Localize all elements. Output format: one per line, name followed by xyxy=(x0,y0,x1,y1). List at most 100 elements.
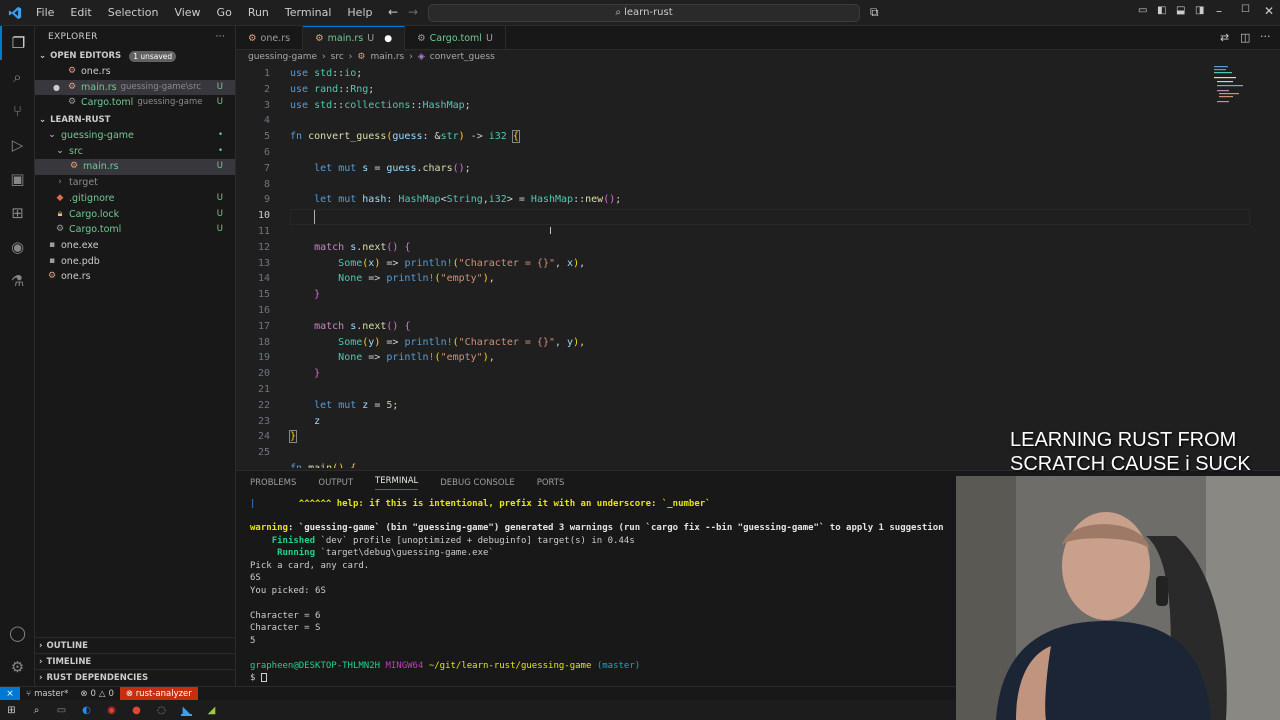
edge-browser-icon[interactable]: ◐ xyxy=(81,705,92,716)
open-editors-section[interactable]: ⌄ OPEN EDITORS 1 unsaved xyxy=(35,48,235,64)
warning-icon: △ xyxy=(98,688,106,699)
command-center-search[interactable]: ⌕ learn-rust xyxy=(428,4,860,22)
menu-go[interactable]: Go xyxy=(209,6,240,19)
chevron-right-icon: › xyxy=(39,656,43,667)
tab-git-status: U xyxy=(485,32,493,44)
branch-indicator[interactable]: ⑂ master* xyxy=(20,689,74,699)
tree-file-cargo-lock[interactable]: 🔒︎ Cargo.lock U xyxy=(35,207,235,223)
layout-toggle-icon[interactable]: ▭ xyxy=(1138,5,1147,16)
toml-file-icon: ⚙ xyxy=(67,97,77,108)
explorer-icon[interactable]: ❐ xyxy=(0,26,35,60)
back-arrow-icon[interactable]: ← xyxy=(388,5,398,19)
menu-view[interactable]: View xyxy=(166,6,208,19)
tab-debug-console[interactable]: DEBUG CONSOLE xyxy=(440,478,514,488)
split-editor-icon[interactable]: ◫ xyxy=(1240,31,1250,44)
minimize-icon[interactable]: – xyxy=(1216,4,1222,18)
remote-indicator-icon[interactable]: ⨯ xyxy=(0,686,20,701)
vscode-taskbar-icon[interactable]: ◣ xyxy=(181,705,192,716)
toggle-sidebar-icon[interactable]: ◧ xyxy=(1157,5,1166,16)
tab-problems[interactable]: PROBLEMS xyxy=(250,478,296,488)
breadcrumb-item[interactable]: convert_guess xyxy=(430,52,495,66)
open-editor-name: one.rs xyxy=(81,66,111,77)
menu-file[interactable]: File xyxy=(28,6,62,19)
line-number: 7 xyxy=(263,162,270,174)
menu-terminal[interactable]: Terminal xyxy=(277,6,340,19)
breadcrumb-item[interactable]: main.rs xyxy=(370,52,404,66)
menu-run[interactable]: Run xyxy=(240,6,277,19)
tab-one-rs[interactable]: ⚙ one.rs xyxy=(236,26,304,50)
compare-icon[interactable]: ⇄ xyxy=(1220,31,1229,44)
overlay-line: SCRATCH CAUSE i SUCK xyxy=(1010,453,1251,475)
tab-terminal[interactable]: TERMINAL xyxy=(375,476,419,490)
workspace-label: LEARN-RUST xyxy=(50,115,111,126)
unsaved-dot-icon[interactable]: ● xyxy=(384,34,392,44)
menu-help[interactable]: Help xyxy=(339,6,380,19)
tree-file-gitignore[interactable]: ◆ .gitignore U xyxy=(35,191,235,207)
app-icon[interactable]: ◌ xyxy=(156,705,167,716)
unsaved-badge: 1 unsaved xyxy=(129,50,177,62)
tree-folder-guessing-game[interactable]: ⌄ guessing-game • xyxy=(35,128,235,144)
copilot-icon[interactable]: ⧉ xyxy=(870,5,879,20)
more-actions-icon[interactable]: ··· xyxy=(1260,30,1271,43)
vscode-logo-icon xyxy=(8,6,22,19)
task-view-icon[interactable]: ▭ xyxy=(56,705,67,716)
tab-ports[interactable]: PORTS xyxy=(537,478,565,488)
app-icon[interactable]: ◢ xyxy=(206,705,217,716)
tree-file-one-exe[interactable]: ▪ one.exe xyxy=(35,238,235,254)
breadcrumb-item[interactable]: guessing-game xyxy=(248,52,317,66)
line-number: 19 xyxy=(257,352,270,364)
git-status: U xyxy=(216,161,223,172)
tree-file-cargo-toml[interactable]: ⚙ Cargo.toml U xyxy=(35,222,235,238)
toggle-secondary-sidebar-icon[interactable]: ◨ xyxy=(1195,5,1204,16)
close-icon[interactable]: ✕ xyxy=(1264,4,1274,18)
tab-main-rs[interactable]: ⚙ main.rs U ● xyxy=(303,26,406,50)
line-number: 24 xyxy=(257,431,270,443)
settings-gear-icon[interactable]: ⚙ xyxy=(0,650,35,684)
outline-section[interactable]: › OUTLINE xyxy=(35,637,236,653)
line-number: 17 xyxy=(257,320,270,332)
git-status: U xyxy=(216,81,223,92)
branch-name: master* xyxy=(34,688,69,699)
extensions-icon[interactable]: ⊞ xyxy=(0,196,35,230)
run-debug-icon[interactable]: ▷ xyxy=(0,128,35,162)
remote-explorer-icon[interactable]: ▣ xyxy=(0,162,35,196)
github-icon[interactable]: ◉ xyxy=(0,230,35,264)
file-name: Cargo.toml xyxy=(69,224,122,236)
minimap[interactable] xyxy=(1214,66,1244,106)
breadcrumb-item[interactable]: src xyxy=(331,52,344,66)
problems-indicator[interactable]: ⊗ 0 △ 0 xyxy=(74,689,120,699)
tree-file-one-rs[interactable]: ⚙ one.rs xyxy=(35,269,235,285)
rust-dependencies-section[interactable]: › RUST DEPENDENCIES xyxy=(35,669,236,685)
forward-arrow-icon[interactable]: → xyxy=(408,5,418,19)
source-control-icon[interactable]: ⑂ xyxy=(0,94,35,128)
windows-start-icon[interactable]: ⊞ xyxy=(6,705,17,716)
search-icon[interactable]: ⌕ xyxy=(0,60,35,94)
tab-cargo-toml[interactable]: ⚙ Cargo.toml U xyxy=(405,26,506,50)
unsaved-dot-icon[interactable]: ● xyxy=(53,80,67,96)
code-editor[interactable]: I 1 use std::io; 2 use rand::Rng; 3 use std… xyxy=(236,66,1276,468)
tab-output[interactable]: OUTPUT xyxy=(318,478,353,488)
open-editor-item[interactable]: ● ⚙ main.rs guessing-game\src U xyxy=(35,79,235,96)
open-editor-item[interactable]: ⚙ one.rs xyxy=(35,64,235,80)
tree-folder-target[interactable]: › target xyxy=(35,175,235,191)
timeline-section[interactable]: › TIMELINE xyxy=(35,653,236,669)
open-editor-item[interactable]: ⚙ Cargo.toml guessing-game U xyxy=(35,95,235,111)
chrome-browser-icon[interactable]: ◉ xyxy=(106,705,117,716)
tree-file-main-rs[interactable]: ⚙ main.rs U xyxy=(35,159,235,176)
toggle-panel-icon[interactable]: ⬓ xyxy=(1176,5,1185,16)
workspace-section[interactable]: ⌄ LEARN-RUST xyxy=(35,112,235,128)
maximize-icon[interactable]: ☐ xyxy=(1241,4,1250,15)
more-actions-icon[interactable]: ··· xyxy=(216,26,225,48)
testing-icon[interactable]: ⚗ xyxy=(0,264,35,298)
account-icon[interactable]: ◯ xyxy=(0,616,35,650)
menu-selection[interactable]: Selection xyxy=(100,6,167,19)
tree-file-one-pdb[interactable]: ▪ one.pdb xyxy=(35,254,235,270)
terminal-prompt-branch: (master) xyxy=(596,661,641,671)
taskbar-search-icon[interactable]: ⌕ xyxy=(31,705,42,716)
menu-edit[interactable]: Edit xyxy=(62,6,99,19)
tree-folder-src[interactable]: ⌄ src • xyxy=(35,144,235,160)
line-number: 3 xyxy=(263,99,270,111)
error-count: 0 xyxy=(90,688,96,699)
rust-analyzer-status[interactable]: ⊗ rust-analyzer xyxy=(119,686,198,701)
app-icon[interactable]: ● xyxy=(131,705,142,716)
